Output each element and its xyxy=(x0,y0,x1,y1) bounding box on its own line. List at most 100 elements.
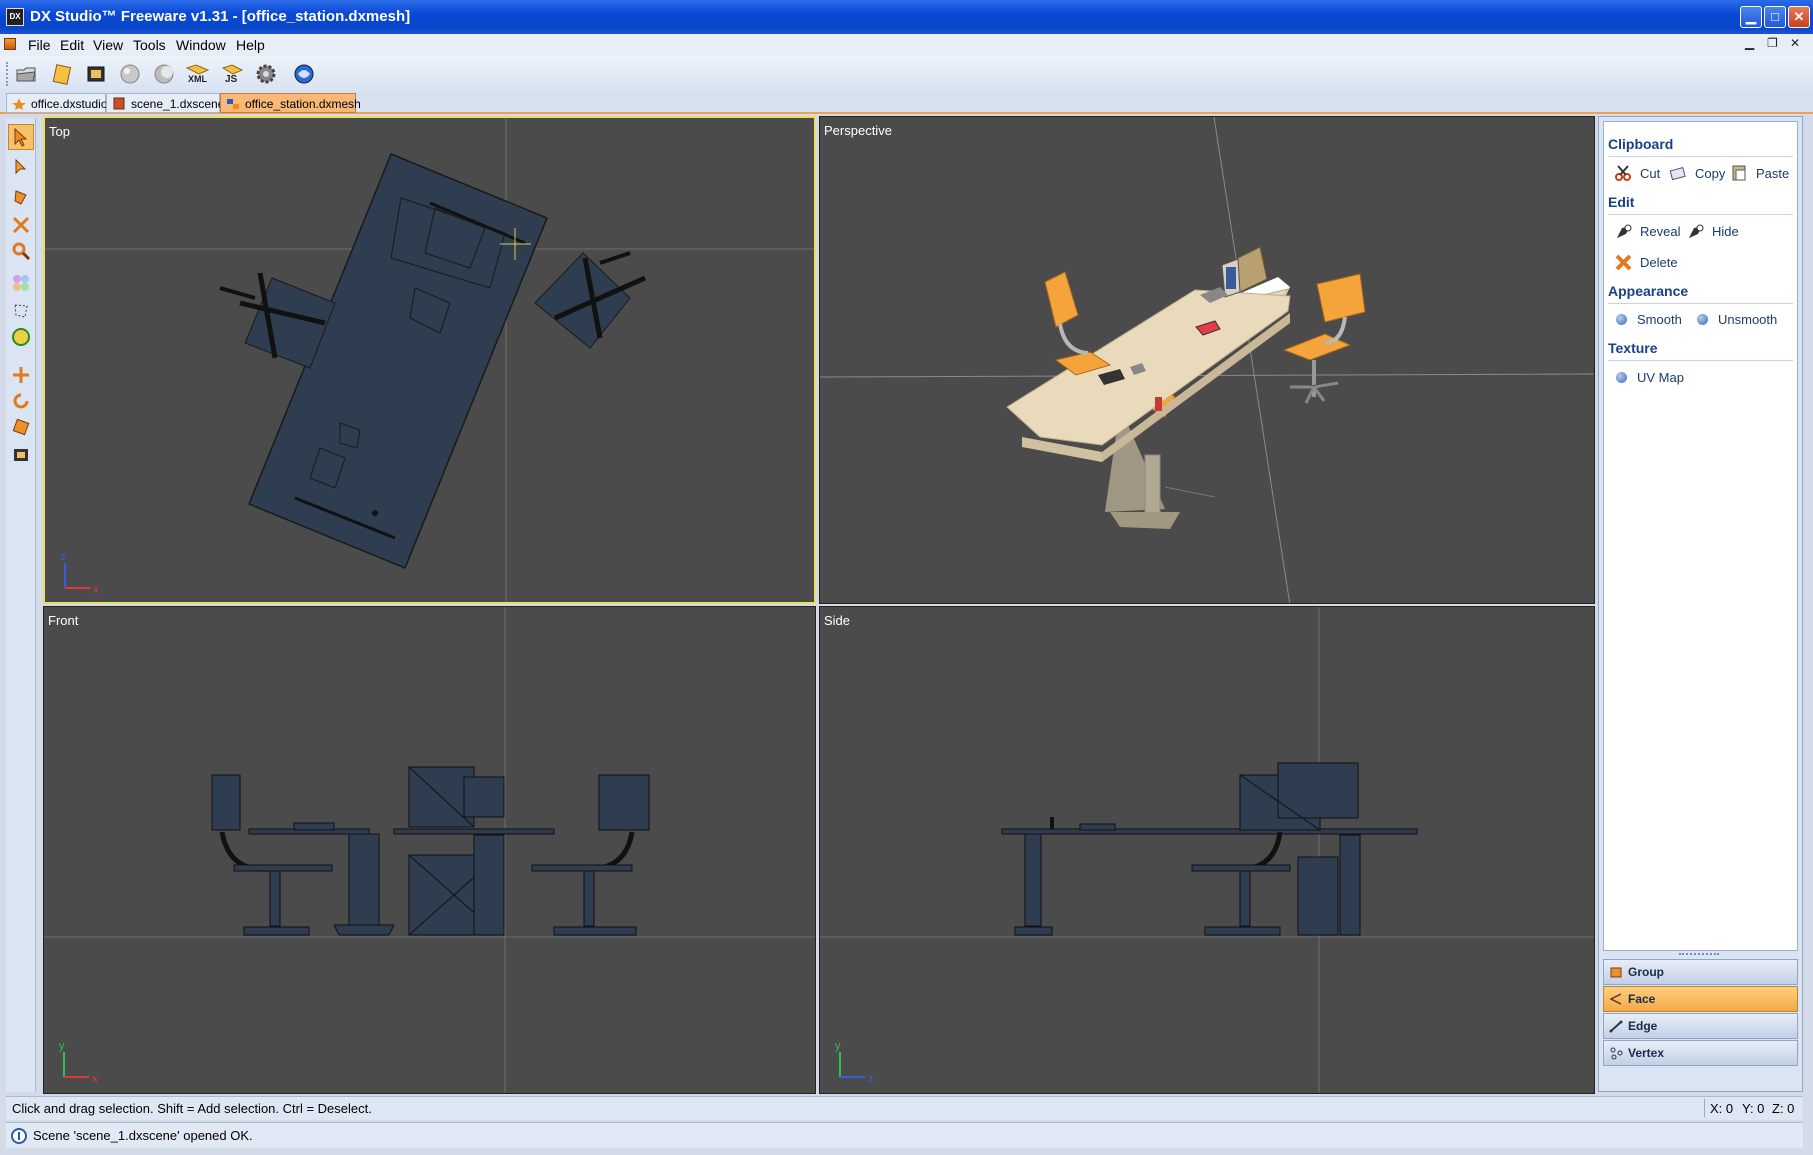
delete-label: Delete xyxy=(1640,254,1678,270)
divider xyxy=(1608,303,1793,304)
move-icon[interactable] xyxy=(8,362,34,388)
unsmooth-icon xyxy=(1697,314,1708,325)
hide-label: Hide xyxy=(1712,223,1739,239)
app-icon: DX xyxy=(6,8,24,26)
moon-icon[interactable] xyxy=(150,60,178,88)
mode-group-button[interactable]: Group xyxy=(1603,959,1798,985)
status-bar: Click and drag selection. Shift = Add se… xyxy=(6,1096,1803,1120)
mdi-restore-button[interactable]: ❐ xyxy=(1767,36,1778,50)
sphere-icon[interactable] xyxy=(116,60,144,88)
xml-icon[interactable]: XML xyxy=(184,60,212,88)
uv-map-button[interactable]: UV Map xyxy=(1616,370,1684,385)
cross-tool-icon[interactable] xyxy=(8,212,34,238)
shape-icon[interactable] xyxy=(8,298,34,324)
viewport-side[interactable]: Side y z xyxy=(819,606,1595,1094)
info-icon xyxy=(11,1128,27,1144)
divider xyxy=(1608,156,1793,157)
window-title: DX Studio™ Freeware v1.31 - [office_stat… xyxy=(30,8,411,25)
right-panel: Clipboard Cut Copy Paste Edit Reveal Hid… xyxy=(1598,116,1803,1092)
svg-text:z: z xyxy=(868,1073,874,1085)
tab-office-station-dxmesh[interactable]: office_station.dxmesh xyxy=(220,93,361,113)
mode-edge-button[interactable]: Edge xyxy=(1603,1013,1798,1039)
tab-scene-1-dxscene[interactable]: scene_1.dxscene xyxy=(106,93,224,113)
cut-button[interactable]: Cut xyxy=(1614,164,1660,182)
svg-text:JS: JS xyxy=(225,74,238,85)
minimize-button[interactable]: ▁ xyxy=(1740,6,1762,28)
unsmooth-label: Unsmooth xyxy=(1718,312,1778,327)
status-hint: Click and drag selection. Shift = Add se… xyxy=(12,1101,372,1116)
material-icon[interactable] xyxy=(8,270,34,296)
tab-office-dxstudio[interactable]: office.dxstudio xyxy=(6,93,108,113)
menu-view[interactable]: View xyxy=(89,36,127,54)
divider xyxy=(1704,1099,1705,1117)
perspective-view-canvas xyxy=(820,117,1594,603)
tab-label: scene_1.dxscene xyxy=(131,97,225,111)
mode-face-button[interactable]: Face xyxy=(1603,986,1798,1012)
menu-tools[interactable]: Tools xyxy=(129,36,170,54)
menu-help[interactable]: Help xyxy=(232,36,269,54)
open-icon[interactable] xyxy=(12,60,40,88)
paint-icon[interactable] xyxy=(8,184,34,210)
rotate-icon[interactable] xyxy=(8,388,34,414)
gear-icon[interactable] xyxy=(252,60,280,88)
mode-label: Vertex xyxy=(1628,1046,1665,1060)
menu-edit[interactable]: Edit xyxy=(56,36,88,54)
actions-panel: Clipboard Cut Copy Paste Edit Reveal Hid… xyxy=(1603,121,1798,951)
mode-label: Edge xyxy=(1628,1019,1658,1033)
paste-button[interactable]: Paste xyxy=(1730,164,1789,182)
svg-text:y: y xyxy=(59,1040,65,1052)
copy-icon xyxy=(1669,166,1686,181)
viewport-front[interactable]: Front y x xyxy=(43,606,816,1094)
film-tool-icon[interactable] xyxy=(8,442,34,468)
svg-text:x: x xyxy=(92,1073,98,1085)
tab-label: office.dxstudio xyxy=(31,97,108,111)
cube-icon xyxy=(1610,967,1622,978)
color-icon[interactable] xyxy=(8,324,34,350)
hide-icon xyxy=(1689,224,1704,238)
viewport-perspective[interactable]: Perspective xyxy=(819,116,1595,604)
new-icon[interactable] xyxy=(48,60,76,88)
face-icon xyxy=(1609,993,1622,1005)
film-icon[interactable] xyxy=(82,60,110,88)
scissors-icon xyxy=(1615,165,1631,181)
copy-button[interactable]: Copy xyxy=(1669,164,1725,182)
mode-vertex-button[interactable]: Vertex xyxy=(1603,1040,1798,1066)
svg-text:XML: XML xyxy=(188,74,208,84)
zoom-icon[interactable] xyxy=(8,238,34,264)
maximize-button[interactable]: □ xyxy=(1764,6,1786,28)
menu-file[interactable]: File xyxy=(24,36,55,54)
viewport-top[interactable]: Top z x xyxy=(43,116,816,604)
mdi-close-button[interactable]: ✕ xyxy=(1790,36,1800,50)
document-tabs: office.dxstudio scene_1.dxscene office_s… xyxy=(0,92,1813,114)
smooth-icon xyxy=(1616,314,1627,325)
js-icon[interactable]: JS xyxy=(218,60,246,88)
unsmooth-button[interactable]: Unsmooth xyxy=(1697,312,1777,327)
hide-button[interactable]: Hide xyxy=(1686,222,1739,240)
delete-button[interactable]: Delete xyxy=(1614,253,1678,271)
close-button[interactable]: ✕ xyxy=(1788,6,1810,28)
toolbar-grip[interactable] xyxy=(6,62,9,86)
clipboard-header: Clipboard xyxy=(1608,136,1674,152)
menu-window[interactable]: Window xyxy=(172,36,230,54)
mdi-minimize-button[interactable]: ▁ xyxy=(1745,36,1754,50)
reveal-button[interactable]: Reveal xyxy=(1614,222,1680,240)
document-icon[interactable] xyxy=(4,38,16,50)
coord-x: X: 0 xyxy=(1710,1101,1734,1116)
mode-label: Face xyxy=(1628,992,1656,1006)
delete-icon xyxy=(1615,254,1632,271)
front-view-canvas: y x xyxy=(44,607,815,1093)
svg-text:x: x xyxy=(93,584,99,596)
side-view-canvas: y z xyxy=(820,607,1594,1093)
title-bar[interactable]: DX DX Studio™ Freeware v1.31 - [office_s… xyxy=(0,0,1813,34)
uv-map-label: UV Map xyxy=(1637,370,1684,385)
cut-label: Cut xyxy=(1640,165,1661,181)
pointer-icon[interactable] xyxy=(8,154,34,180)
globe-icon[interactable] xyxy=(290,60,318,88)
status-message: Scene 'scene_1.dxscene' opened OK. xyxy=(33,1128,253,1143)
select-arrow-icon[interactable] xyxy=(8,124,34,150)
smooth-button[interactable]: Smooth xyxy=(1616,312,1682,327)
vertex-icon xyxy=(1610,1047,1623,1060)
scale-icon[interactable] xyxy=(8,414,34,440)
splitter-grip[interactable] xyxy=(1679,953,1719,956)
svg-text:y: y xyxy=(835,1040,841,1052)
